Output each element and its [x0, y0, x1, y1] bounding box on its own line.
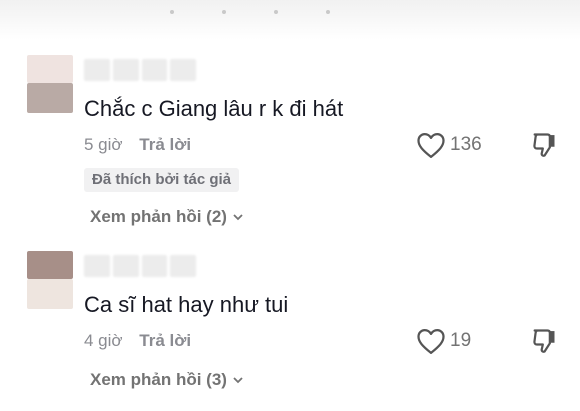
username-blurred[interactable] [84, 255, 196, 277]
view-replies-button[interactable]: Xem phản hồi (3) [90, 369, 245, 391]
like-count: 19 [450, 330, 472, 351]
comment-time: 5 giờ [84, 135, 123, 154]
avatar[interactable] [27, 55, 73, 113]
view-replies-label: Xem phản hồi (3) [90, 370, 227, 389]
comment-meta: 4 giờ Trả lời [84, 331, 191, 351]
comment-time: 4 giờ [84, 331, 123, 350]
comment-text: Chắc c Giang lâu r k đi hát [84, 96, 344, 121]
chevron-down-icon [233, 214, 243, 221]
view-replies-label: Xem phản hồi (2) [90, 207, 227, 226]
comment-meta: 5 giờ Trả lời [84, 135, 191, 155]
like-button[interactable]: 19 [416, 327, 471, 355]
reply-button[interactable]: Trả lời [139, 331, 191, 350]
thumbs-down-icon[interactable] [530, 131, 558, 159]
like-button[interactable]: 136 [416, 131, 482, 159]
heart-outline-icon [417, 329, 445, 354]
username-blurred[interactable] [84, 59, 196, 81]
blurred-content [170, 10, 330, 14]
chevron-down-icon [233, 377, 243, 384]
thumbs-down-icon[interactable] [530, 327, 558, 355]
like-count: 136 [450, 134, 482, 155]
liked-by-author-badge: Đã thích bởi tác giả [84, 168, 240, 192]
view-replies-button[interactable]: Xem phản hồi (2) [90, 206, 245, 228]
heart-outline-icon [417, 133, 445, 158]
previous-comment-edge [0, 0, 580, 40]
reply-button[interactable]: Trả lời [139, 135, 191, 154]
comment-text: Ca sĩ hat hay như tui [84, 292, 289, 317]
avatar[interactable] [27, 251, 73, 309]
